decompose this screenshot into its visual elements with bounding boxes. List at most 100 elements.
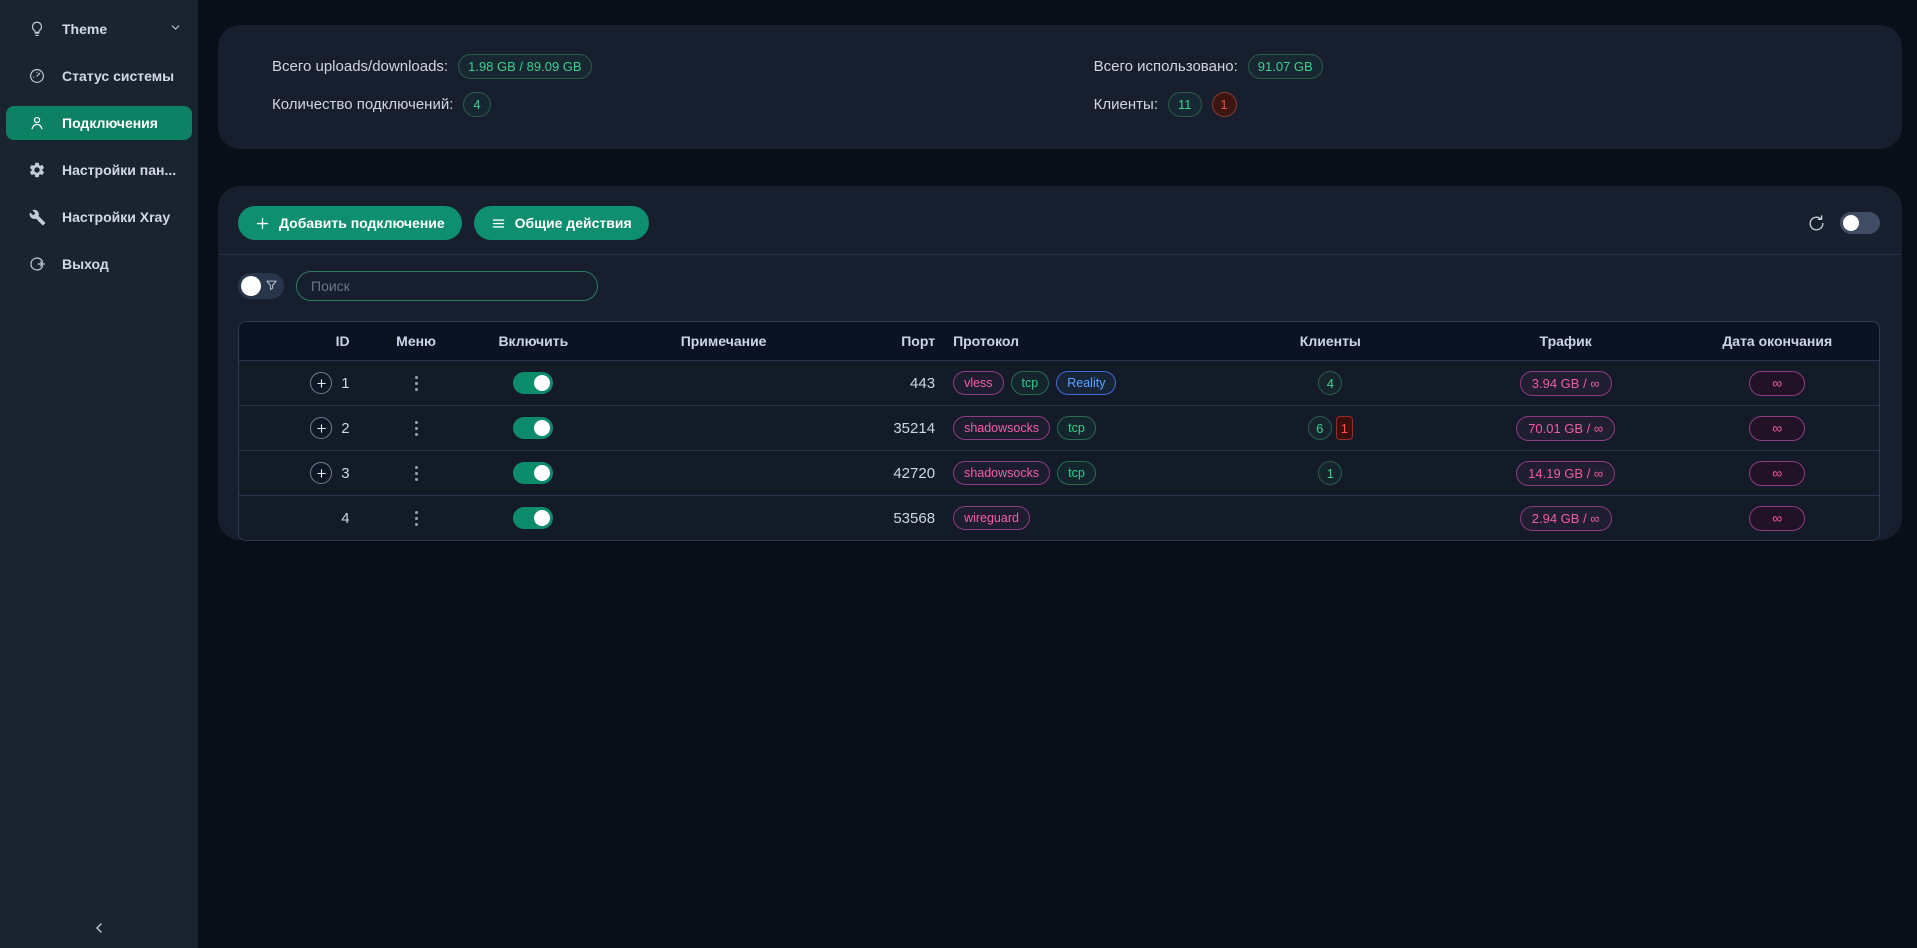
filter-toggle[interactable] [238, 273, 284, 299]
row-port: 443 [849, 375, 949, 392]
main-content: Всего uploads/downloads: 1.98 GB / 89.09… [198, 0, 1917, 948]
expiry-badge: ∞ [1749, 416, 1805, 441]
connections-table: ID Меню Включить Примечание Порт Протоко… [238, 321, 1880, 541]
col-header-expiry: Дата окончания [1676, 333, 1879, 349]
row-port: 35214 [849, 420, 949, 437]
expiry-badge: ∞ [1749, 506, 1805, 531]
col-header-traffic: Трафик [1456, 333, 1676, 349]
stats-right-column: Всего использовано: 91.07 GB Клиенты: 11… [1094, 51, 1902, 127]
traffic-badge: 3.94 GB / ∞ [1520, 371, 1612, 396]
col-header-note: Примечание [598, 333, 849, 349]
clients-active-badge: 11 [1168, 92, 1202, 117]
uploads-downloads-label: Всего uploads/downloads: [272, 58, 448, 75]
total-used-label: Всего использовано: [1094, 58, 1238, 75]
sidebar-item-label: Настройки Xray [62, 209, 170, 225]
sidebar-item-theme[interactable]: Theme [6, 12, 192, 46]
logout-icon [28, 255, 46, 273]
enable-toggle[interactable] [513, 507, 553, 529]
enable-toggle[interactable] [513, 372, 553, 394]
table-header-row: ID Меню Включить Примечание Порт Протоко… [239, 322, 1879, 360]
search-input[interactable] [296, 271, 598, 301]
sidebar-item-label: Подключения [62, 115, 158, 131]
row-port: 42720 [849, 465, 949, 482]
add-connection-button[interactable]: Добавить подключение [238, 206, 462, 240]
transport-tag: tcp [1057, 461, 1096, 485]
total-used-badge: 91.07 GB [1248, 54, 1323, 79]
expiry-badge: ∞ [1749, 461, 1805, 486]
col-header-menu: Меню [364, 333, 469, 349]
row-id: 1 [341, 375, 349, 392]
traffic-badge: 70.01 GB / ∞ [1516, 416, 1615, 441]
security-tag: Reality [1056, 371, 1116, 395]
row-id: 2 [341, 420, 349, 437]
col-header-clients: Клиенты [1205, 333, 1456, 349]
table-row: 1 443 vless tcp Reality 4 3.94 GB / ∞ ∞ [239, 360, 1879, 405]
refresh-icon[interactable] [1807, 214, 1826, 233]
user-icon [28, 114, 46, 132]
row-menu-button[interactable] [409, 417, 424, 440]
funnel-icon [264, 278, 279, 298]
table-row: 3 42720 shadowsocks tcp 1 14.19 GB / ∞ ∞ [239, 450, 1879, 495]
table-row: 4 53568 wireguard 2.94 GB / ∞ ∞ [239, 495, 1879, 540]
row-menu-button[interactable] [409, 462, 424, 485]
sidebar-item-logout[interactable]: Выход [6, 247, 192, 281]
row-menu-button[interactable] [409, 507, 424, 530]
sidebar-collapse-button[interactable] [0, 920, 198, 936]
transport-tag: tcp [1057, 416, 1096, 440]
plus-icon [255, 216, 270, 231]
col-header-protocol: Протокол [949, 333, 1205, 349]
sidebar-item-system-status[interactable]: Статус системы [6, 59, 192, 93]
toolbar: Добавить подключение Общие действия [238, 206, 1880, 240]
expand-row-button[interactable] [310, 417, 332, 439]
protocol-tag: wireguard [953, 506, 1030, 530]
transport-tag: tcp [1011, 371, 1050, 395]
sidebar-item-label: Настройки пан... [62, 162, 176, 178]
wrench-icon [28, 208, 46, 226]
sidebar-item-panel-settings[interactable]: Настройки пан... [6, 153, 192, 187]
sidebar-item-connections[interactable]: Подключения [6, 106, 192, 140]
sidebar: Theme Статус системы Подключения Настрой… [0, 0, 198, 948]
row-id: 3 [341, 465, 349, 482]
row-port: 53568 [849, 510, 949, 527]
sidebar-item-label: Выход [62, 256, 109, 272]
lightbulb-icon [28, 20, 46, 38]
row-menu-button[interactable] [409, 372, 424, 395]
connections-panel-card: Добавить подключение Общие действия [218, 186, 1902, 540]
protocol-tag: vless [953, 371, 1003, 395]
protocol-tag: shadowsocks [953, 461, 1050, 485]
connections-count-badge: 4 [463, 92, 490, 117]
col-header-port: Порт [849, 333, 949, 349]
clients-label: Клиенты: [1094, 96, 1158, 113]
table-row: 2 35214 shadowsocks tcp 6 1 70.01 GB / ∞ [239, 405, 1879, 450]
sidebar-item-label: Theme [62, 21, 107, 37]
expiry-badge: ∞ [1749, 371, 1805, 396]
sidebar-item-label: Статус системы [62, 68, 174, 84]
auto-refresh-toggle[interactable] [1840, 212, 1880, 234]
clients-count-badge: 4 [1318, 371, 1342, 395]
traffic-badge: 2.94 GB / ∞ [1520, 506, 1612, 531]
bulk-actions-button[interactable]: Общие действия [474, 206, 649, 240]
toolbar-divider [218, 254, 1902, 255]
traffic-badge: 14.19 GB / ∞ [1516, 461, 1615, 486]
search-row [238, 271, 1880, 301]
gear-icon [28, 161, 46, 179]
expand-row-button[interactable] [310, 462, 332, 484]
chevron-down-icon[interactable] [169, 21, 182, 37]
stats-card: Всего uploads/downloads: 1.98 GB / 89.09… [218, 25, 1902, 149]
enable-toggle[interactable] [513, 462, 553, 484]
enable-toggle[interactable] [513, 417, 553, 439]
col-header-id: ID [239, 333, 364, 349]
row-id: 4 [341, 510, 349, 527]
protocol-tag: shadowsocks [953, 416, 1050, 440]
stats-left-column: Всего uploads/downloads: 1.98 GB / 89.09… [218, 51, 1094, 127]
expand-row-button[interactable] [310, 372, 332, 394]
uploads-downloads-badge: 1.98 GB / 89.09 GB [458, 54, 591, 79]
connections-count-label: Количество подключений: [272, 96, 453, 113]
clients-count-badge: 6 [1308, 416, 1332, 440]
sidebar-item-xray-settings[interactable]: Настройки Xray [6, 200, 192, 234]
clients-depleted-badge: 1 [1212, 92, 1237, 117]
clients-count-badge: 1 [1318, 461, 1342, 485]
hamburger-icon [491, 216, 506, 231]
clients-depleted-badge: 1 [1336, 416, 1353, 440]
gauge-icon [28, 67, 46, 85]
